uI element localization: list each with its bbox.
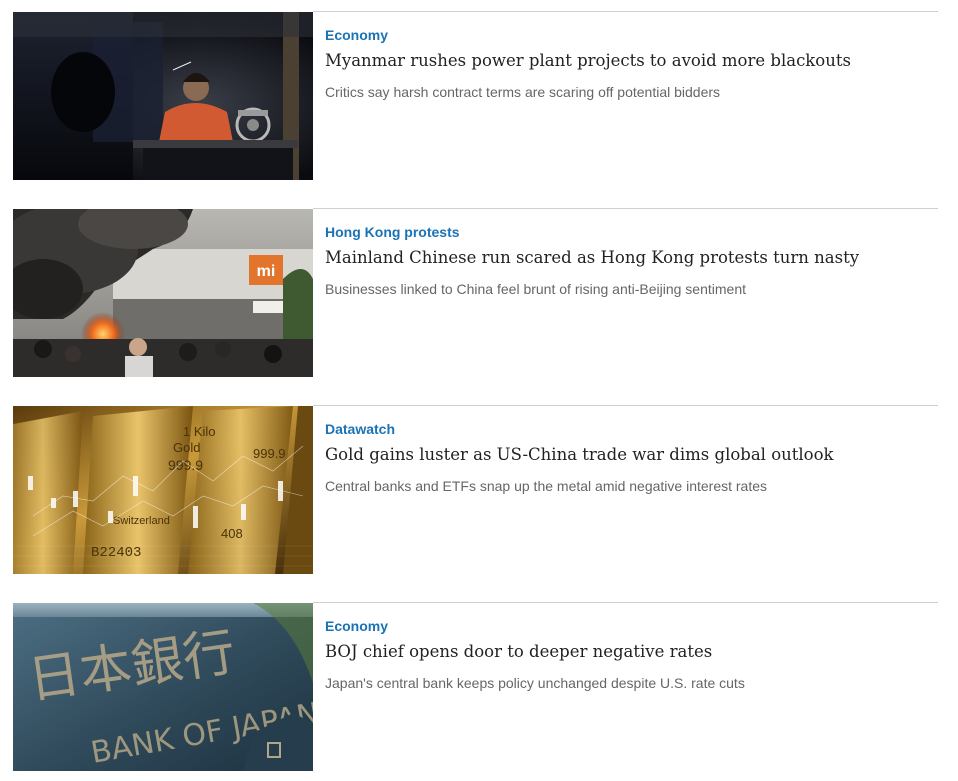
divider (313, 602, 938, 603)
article-card: mi Hong Kong protests Mainland Chinese r… (13, 208, 938, 377)
article-thumbnail[interactable]: mi (13, 209, 313, 377)
article-card: Economy Myanmar rushes power plant proje… (13, 11, 938, 180)
headline-link[interactable]: BOJ chief opens door to deeper negative … (325, 641, 938, 663)
gold-bars-photo: 1 Kilo Gold 999.9 Switzerland B22403 408… (13, 406, 313, 574)
divider (313, 405, 938, 406)
bank-of-japan-sign-photo: 日本銀行 BANK OF JAPAN (13, 603, 313, 771)
article-text: Economy BOJ chief opens door to deeper n… (325, 618, 938, 692)
article-thumbnail[interactable]: 1 Kilo Gold 999.9 Switzerland B22403 408… (13, 406, 313, 574)
bar-text: 1 Kilo (183, 424, 216, 439)
divider (313, 208, 938, 209)
article-summary: Critics say harsh contract terms are sca… (325, 84, 721, 100)
category-link[interactable]: Datawatch (325, 421, 938, 437)
headline-link[interactable]: Gold gains luster as US-China trade war … (325, 444, 938, 466)
headline-link[interactable]: Myanmar rushes power plant projects to a… (325, 50, 938, 72)
category-link[interactable]: Hong Kong protests (325, 224, 938, 240)
article-thumbnail[interactable]: 日本銀行 BANK OF JAPAN (13, 603, 313, 771)
article-text: Hong Kong protests Mainland Chinese run … (325, 224, 938, 298)
divider (313, 11, 938, 12)
article-summary: Businesses linked to China feel brunt of… (325, 281, 747, 297)
article-summary: Japan's central bank keeps policy unchan… (325, 675, 745, 691)
bar-text: 408 (221, 526, 243, 541)
bar-text: Gold (173, 440, 200, 455)
category-link[interactable]: Economy (325, 618, 938, 634)
category-link[interactable]: Economy (325, 27, 938, 43)
bar-text: B22403 (91, 545, 141, 561)
bar-text: Switzerland (113, 515, 170, 527)
headline-link[interactable]: Mainland Chinese run scared as Hong Kong… (325, 247, 938, 269)
article-text: Datawatch Gold gains luster as US-China … (325, 421, 938, 495)
article-thumbnail[interactable] (13, 12, 313, 180)
sewing-photo (13, 12, 313, 180)
article-summary: Central banks and ETFs snap up the metal… (325, 478, 768, 494)
protest-fire-photo: mi (13, 209, 313, 377)
bar-text: 999.9 (253, 446, 286, 461)
article-card: 1 Kilo Gold 999.9 Switzerland B22403 408… (13, 405, 938, 574)
article-card: 日本銀行 BANK OF JAPAN Economy BOJ chief ope… (13, 602, 938, 771)
store-sign-text: mi (257, 263, 276, 280)
article-text: Economy Myanmar rushes power plant proje… (325, 27, 938, 101)
